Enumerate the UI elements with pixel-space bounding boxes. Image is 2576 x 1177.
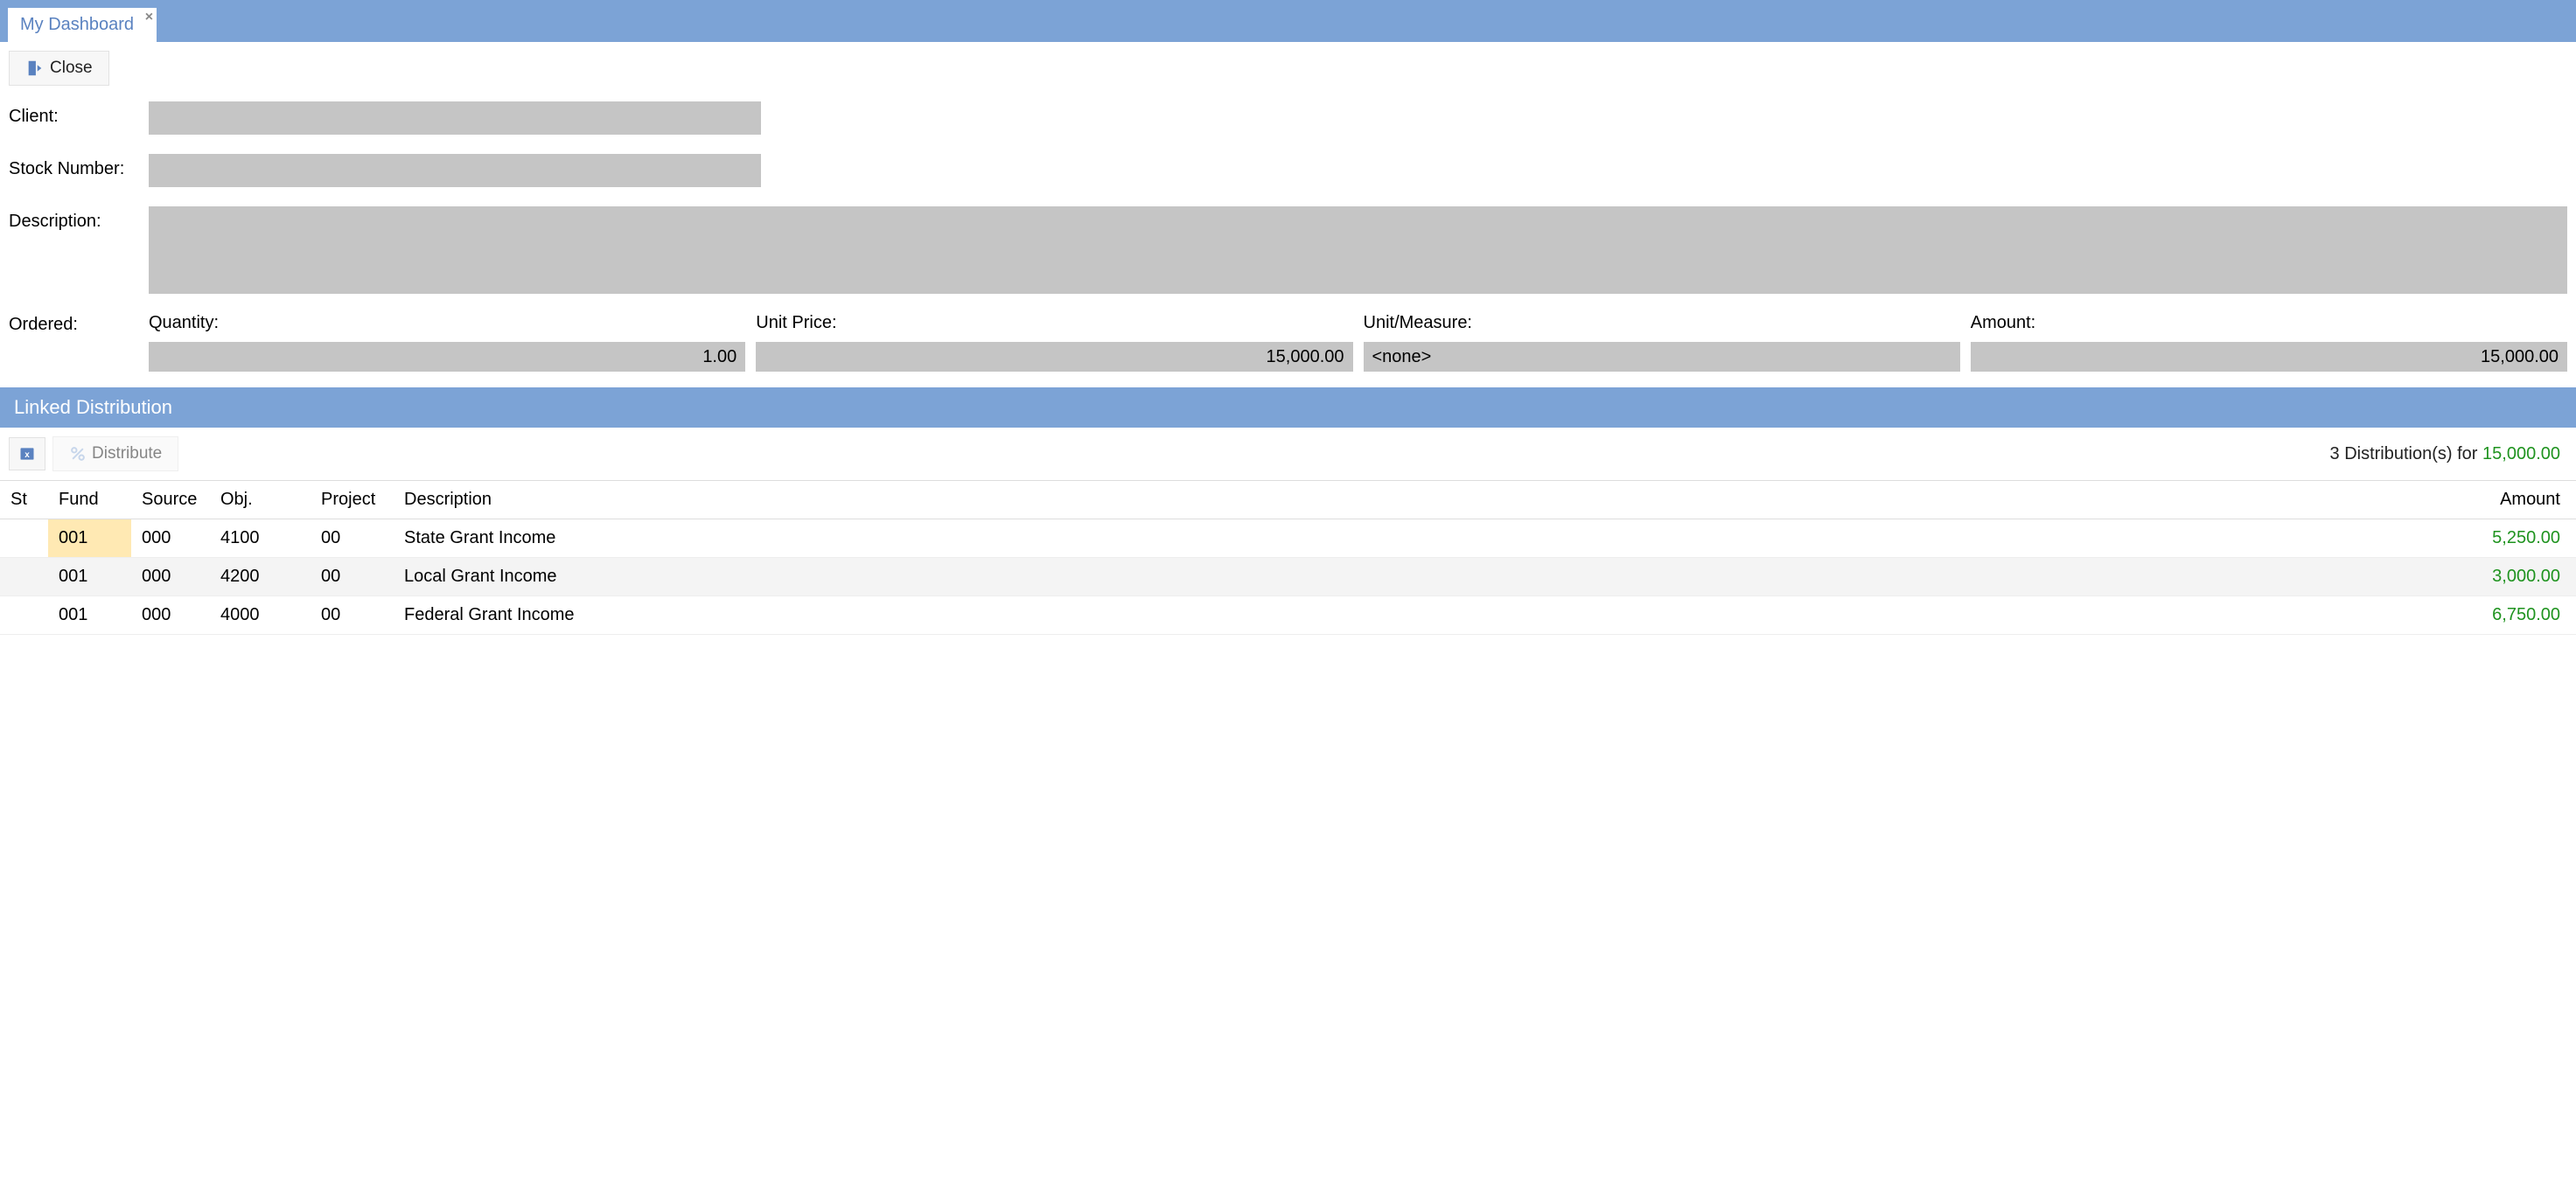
cell-amount: 6,750.00 xyxy=(2340,596,2576,635)
close-button-label: Close xyxy=(50,59,93,78)
cell-desc: Local Grant Income xyxy=(394,558,2340,596)
amount-value: 15,000.00 xyxy=(1971,342,2567,372)
distribution-summary-amount: 15,000.00 xyxy=(2482,444,2560,463)
col-header-description[interactable]: Description xyxy=(394,481,2340,519)
section-header-linked-distribution: Linked Distribution xyxy=(0,387,2576,428)
cell-project: 00 xyxy=(311,519,394,558)
col-header-fund[interactable]: Fund xyxy=(48,481,131,519)
table-row[interactable]: 001000410000State Grant Income5,250.00 xyxy=(0,519,2576,558)
door-exit-icon xyxy=(25,59,45,78)
quantity-value: 1.00 xyxy=(149,342,745,372)
client-input xyxy=(149,101,761,135)
cell-amount: 5,250.00 xyxy=(2340,519,2576,558)
row-client: Client: xyxy=(9,101,2567,135)
row-description: Description: xyxy=(9,206,2567,294)
cell-project: 00 xyxy=(311,558,394,596)
close-button[interactable]: Close xyxy=(9,51,109,86)
distribution-summary-prefix: 3 Distribution(s) for xyxy=(2330,444,2483,463)
cell-fund: 001 xyxy=(48,558,131,596)
percent-icon xyxy=(69,445,87,463)
cell-fund: 001 xyxy=(48,519,131,558)
table-row[interactable]: 001000420000Local Grant Income3,000.00 xyxy=(0,558,2576,596)
cell-amount: 3,000.00 xyxy=(2340,558,2576,596)
page-toolbar: Close xyxy=(0,42,2576,101)
row-ordered: Ordered: Quantity: 1.00 Unit Price: 15,0… xyxy=(9,313,2567,372)
unit-price-label: Unit Price: xyxy=(756,313,1352,333)
distribute-button: Distribute xyxy=(52,436,178,471)
cell-desc: State Grant Income xyxy=(394,519,2340,558)
cell-desc: Federal Grant Income xyxy=(394,596,2340,635)
cell-st xyxy=(0,596,48,635)
distribute-button-label: Distribute xyxy=(92,444,162,463)
cell-st xyxy=(0,519,48,558)
close-icon[interactable]: × xyxy=(145,10,153,25)
amount-label: Amount: xyxy=(1971,313,2567,333)
distribution-table: St Fund Source Obj. Project Description … xyxy=(0,480,2576,635)
description-label: Description: xyxy=(9,206,140,232)
unit-price-field: Unit Price: 15,000.00 xyxy=(756,313,1352,372)
cell-source: 000 xyxy=(131,519,210,558)
export-excel-button[interactable]: x xyxy=(9,437,45,470)
cell-obj: 4100 xyxy=(210,519,311,558)
distribution-toolbar: x Distribute 3 Distribution(s) for 15,00… xyxy=(0,428,2576,480)
form-area: Client: Stock Number: Description: Order… xyxy=(0,101,2576,372)
col-header-obj[interactable]: Obj. xyxy=(210,481,311,519)
client-label: Client: xyxy=(9,101,140,127)
cell-obj: 4200 xyxy=(210,558,311,596)
unit-measure-label: Unit/Measure: xyxy=(1364,313,1960,333)
col-header-project[interactable]: Project xyxy=(311,481,394,519)
table-header-row: St Fund Source Obj. Project Description … xyxy=(0,481,2576,519)
table-row[interactable]: 001000400000Federal Grant Income6,750.00 xyxy=(0,596,2576,635)
tab-dashboard[interactable]: My Dashboard × xyxy=(7,7,157,42)
col-header-amount[interactable]: Amount xyxy=(2340,481,2576,519)
col-header-source[interactable]: Source xyxy=(131,481,210,519)
svg-text:x: x xyxy=(24,450,30,460)
description-input xyxy=(149,206,2567,294)
unit-measure-field: Unit/Measure: <none> xyxy=(1364,313,1960,372)
col-header-st[interactable]: St xyxy=(0,481,48,519)
cell-source: 000 xyxy=(131,596,210,635)
cell-obj: 4000 xyxy=(210,596,311,635)
row-stock: Stock Number: xyxy=(9,154,2567,187)
cell-st xyxy=(0,558,48,596)
unit-price-value: 15,000.00 xyxy=(756,342,1352,372)
distribution-summary: 3 Distribution(s) for 15,000.00 xyxy=(2330,444,2567,464)
quantity-field: Quantity: 1.00 xyxy=(149,313,745,372)
top-bar: My Dashboard × xyxy=(0,0,2576,42)
tab-label: My Dashboard xyxy=(20,15,134,34)
quantity-label: Quantity: xyxy=(149,313,745,333)
cell-source: 000 xyxy=(131,558,210,596)
unit-measure-value: <none> xyxy=(1364,342,1960,372)
amount-field: Amount: 15,000.00 xyxy=(1971,313,2567,372)
excel-icon: x xyxy=(18,445,36,463)
stock-input xyxy=(149,154,761,187)
ordered-label: Ordered: xyxy=(9,313,140,335)
cell-project: 00 xyxy=(311,596,394,635)
cell-fund: 001 xyxy=(48,596,131,635)
stock-label: Stock Number: xyxy=(9,154,140,179)
